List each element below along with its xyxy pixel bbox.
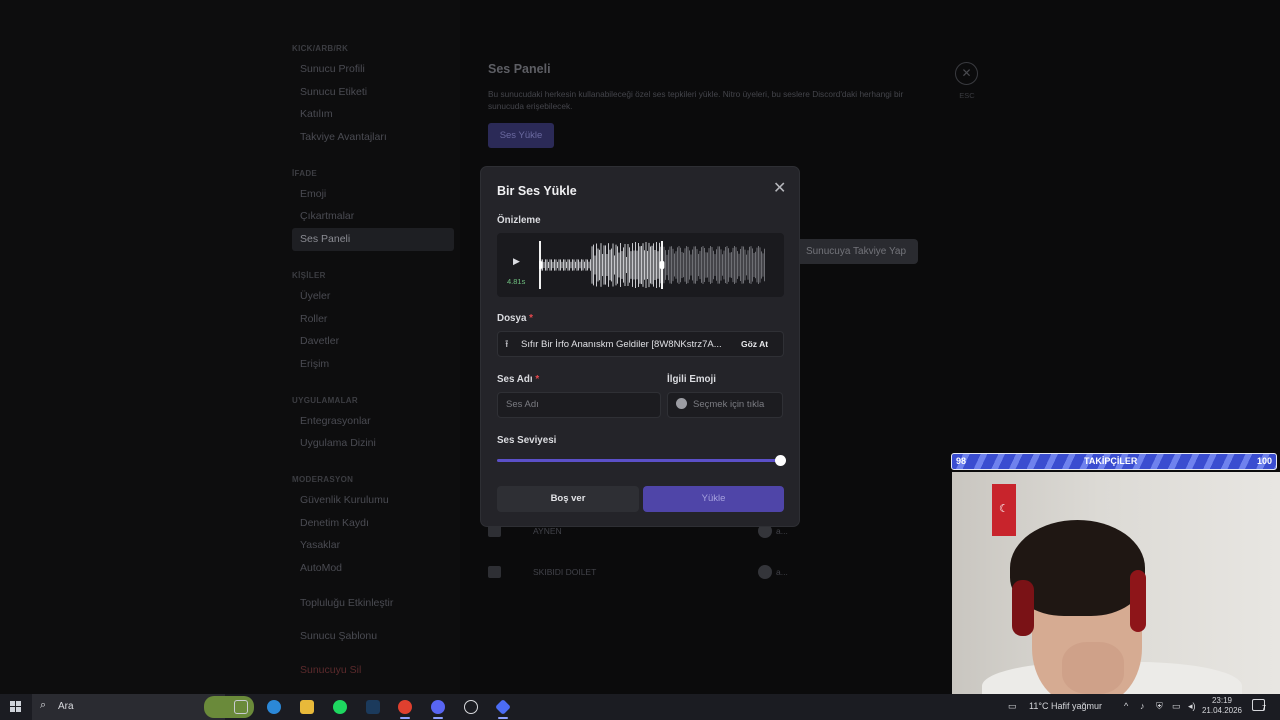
sound-row[interactable]: SKIBIDI DOILET a... (488, 563, 798, 583)
sidebar-section-header: MODERASYON (292, 474, 354, 484)
microphone-icon[interactable]: ♪ (1140, 701, 1145, 711)
trim-end-grip (659, 261, 665, 269)
file-name: Sıfır Bir İrfo Ananıskm Geldiler [8W8NKs… (521, 339, 722, 350)
upload-button[interactable]: Yükle (643, 486, 784, 512)
volume-label: Ses Seviyesi (497, 435, 557, 446)
close-icon[interactable]: ✕ (773, 178, 786, 198)
sidebar-item[interactable]: Denetim Kaydı (292, 512, 454, 535)
sidebar-item[interactable]: Takviye Avantajları (292, 126, 454, 149)
sidebar-section-header: KİŞİLER (292, 270, 326, 280)
sidebar-item[interactable]: Üyeler (292, 285, 454, 308)
esc-label: ESC (959, 91, 975, 100)
sidebar-item[interactable]: Sunucu Şablonu (292, 625, 454, 648)
chevron-up-icon[interactable]: ^ (1124, 701, 1128, 711)
spotify-icon[interactable] (333, 700, 347, 714)
file-label: Dosya * (497, 313, 533, 324)
search-text: Ara (58, 701, 74, 712)
sound-name: SKIBIDI DOILET (533, 567, 597, 577)
sidebar-item[interactable]: Sunucu Profili (292, 58, 454, 81)
emoji-icon (676, 398, 687, 409)
obs-icon[interactable] (464, 700, 478, 714)
sound-author: a... (776, 567, 788, 577)
search-icon: ⌕ (40, 699, 47, 711)
time-text: 23:19 (1211, 696, 1233, 705)
taskbar-search[interactable]: ⌕ Ara (32, 694, 254, 720)
sidebar-item[interactable]: Davetler (292, 330, 454, 353)
sidebar-item[interactable]: Yasaklar (292, 534, 454, 557)
play-icon[interactable]: ▶ (513, 256, 520, 267)
discord-window: — ☐ ✕ KICK/ARB/RKSunucu ProfiliSunucu Et… (0, 0, 1280, 694)
volume-slider-handle[interactable] (775, 455, 786, 466)
boost-server-button[interactable]: Sunucuya Takviye Yap (794, 239, 918, 264)
emoji-placeholder: Seçmek için tıkla (693, 399, 765, 410)
emoji-label: İlgili Emoji (667, 374, 716, 385)
discord-icon[interactable] (431, 700, 445, 714)
volume-slider[interactable] (497, 459, 781, 462)
followers-current: 98 (956, 456, 967, 466)
sidebar-item[interactable]: Erişim (292, 353, 454, 376)
webcam-feed: ☾ (952, 472, 1280, 694)
audio-preview: ▶ 4.81s (497, 233, 784, 297)
sidebar-item[interactable]: Ses Paneli (292, 228, 454, 251)
sidebar-item[interactable]: Emoji (292, 183, 454, 206)
edge-icon[interactable] (267, 700, 281, 714)
emoji-picker[interactable]: Seçmek için tıkla (667, 392, 783, 418)
page-title: Ses Paneli (488, 62, 551, 76)
sound-name-input[interactable]: Ses Adı (497, 392, 661, 418)
sidebar-item[interactable]: Roller (292, 308, 454, 331)
date-text: 21.04.2026 (1201, 706, 1243, 715)
image-icon (488, 566, 501, 578)
sidebar-section-header: İFADE (292, 168, 318, 178)
upload-sound-button[interactable]: Ses Yükle (488, 123, 554, 148)
network-icon[interactable]: ▭ (1172, 701, 1181, 712)
security-icon[interactable]: ⛨ (1156, 701, 1163, 712)
followers-label: TAKİPÇİLER (1084, 456, 1138, 466)
trim-start-grip (539, 261, 543, 269)
sidebar-item[interactable]: Uygulama Dizini (292, 432, 454, 455)
sidebar-item[interactable]: Sunucuyu Sil (292, 659, 454, 682)
sidebar-item[interactable]: Katılım (292, 103, 454, 126)
sound-author: a... (776, 526, 788, 536)
settings-sidebar: KICK/ARB/RK Sunucu Profili Sunucu Etiketi K… (0, 0, 460, 694)
upload-sound-modal: Bir Ses Yükle ✕ Önizleme ▶ 4.81s Dosya *… (480, 166, 800, 527)
file-picker[interactable]: ⭱ Sıfır Bir İrfo Ananıskm Geldiler [8W8N… (497, 331, 784, 357)
app-icon[interactable] (495, 699, 511, 715)
sidebar-section-header: KICK/ARB/RK (292, 44, 349, 53)
duration-label: 4.81s (507, 277, 526, 286)
sidebar-section-header: UYGULAMALAR (292, 395, 358, 405)
steam-icon[interactable] (366, 700, 380, 714)
page-description: Bu sunucudaki herkesin kullanabileceği ö… (488, 89, 904, 111)
modal-title: Bir Ses Yükle (497, 184, 577, 198)
sidebar-item[interactable]: Sunucu Etiketi (292, 81, 454, 104)
task-view-icon[interactable] (234, 700, 248, 714)
sidebar-item[interactable]: Entegrasyonlar (292, 410, 454, 433)
waveform[interactable] (539, 241, 767, 289)
preview-label: Önizleme (497, 215, 541, 226)
followers-goal: 100 (1256, 456, 1272, 466)
windows-start-icon[interactable] (10, 701, 22, 713)
weather-text[interactable]: 11°C Hafif yağmur (1029, 701, 1102, 711)
upload-icon: ⭱ (505, 339, 509, 350)
notification-count: 7 (1262, 705, 1266, 712)
close-settings-icon[interactable]: ✕ (955, 62, 978, 85)
sidebar-item[interactable]: AutoMod (292, 557, 454, 580)
sidebar-item[interactable]: Çıkartmalar (292, 205, 454, 228)
clock[interactable]: 23:19 21.04.2026 (1200, 696, 1244, 716)
followers-goal-bar: 98 TAKİPÇİLER 100 (951, 453, 1277, 470)
sidebar-item[interactable]: Güvenlik Kurulumu (292, 489, 454, 512)
sound-name: AYNEN (533, 526, 562, 536)
weather-icon[interactable]: ▭ (1008, 701, 1017, 712)
file-explorer-icon[interactable] (300, 700, 314, 714)
avatar (758, 565, 772, 579)
browse-button[interactable]: Göz At (741, 339, 768, 349)
cancel-button[interactable]: Boş ver (497, 486, 639, 512)
sound-name-label: Ses Adı * (497, 374, 540, 385)
chrome-icon[interactable] (398, 700, 412, 714)
volume-icon[interactable]: ◂) (1188, 701, 1196, 712)
taskbar: ⌕ Ara ▭ 11°C Hafif yağmur ^ ♪ ⛨ ▭ ◂) 23:… (0, 694, 1280, 720)
headset (1012, 580, 1034, 636)
sidebar-item[interactable]: Topluluğu Etkinleştir (292, 592, 454, 615)
